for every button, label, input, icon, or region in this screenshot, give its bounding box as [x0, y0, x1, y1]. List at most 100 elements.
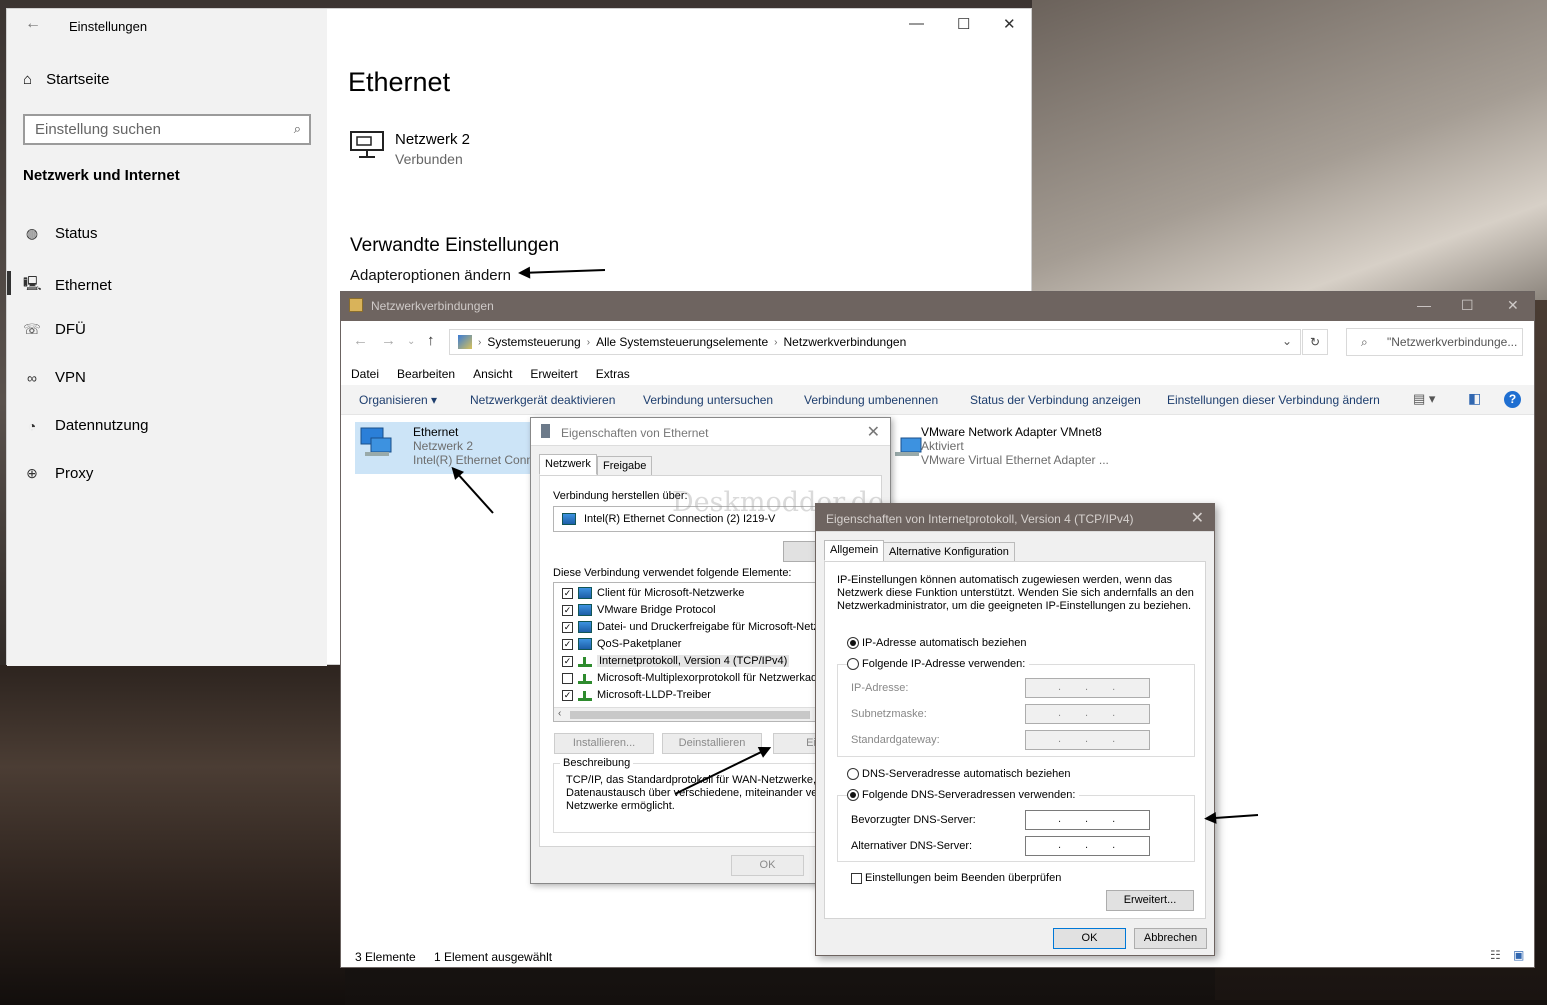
- list-item[interactable]: ✓ Client für Microsoft-Netzwerke: [562, 587, 744, 599]
- sidebar-item-ethernet[interactable]: 🖳 Ethernet: [23, 273, 112, 297]
- sidebar-item-datennutzung[interactable]: ◔ Datennutzung: [23, 417, 149, 434]
- tab-freigabe[interactable]: Freigabe: [597, 456, 653, 477]
- cmd-umbenennen[interactable]: Verbindung umbenennen: [804, 393, 938, 407]
- list-item-label: Client für Microsoft-Netzwerke: [597, 587, 745, 599]
- minimize-button[interactable]: —: [1417, 297, 1431, 313]
- menu-bearbeiten[interactable]: Bearbeiten: [397, 367, 455, 381]
- tab-alternative[interactable]: Alternative Konfiguration: [883, 542, 1015, 563]
- radio-ip-manual[interactable]: [847, 658, 859, 670]
- list-item[interactable]: ✓ Datei- und Druckerfreigabe für Microsof…: [562, 621, 827, 633]
- sidebar-home[interactable]: ⌂ Startseite: [23, 71, 109, 88]
- subnet-input[interactable]: ...: [1025, 704, 1150, 724]
- back-arrow-icon[interactable]: ←: [353, 332, 368, 349]
- radio-dns-auto[interactable]: [847, 768, 859, 780]
- checkbox-checked[interactable]: ✓: [562, 638, 573, 650]
- breadcrumb-systemsteuerung[interactable]: Systemsteuerung: [487, 335, 580, 349]
- ok-button[interactable]: OK: [731, 855, 804, 876]
- dns-auto-option[interactable]: DNS-Serveradresse automatisch beziehen: [847, 768, 1071, 780]
- adapter-name: VMware Network Adapter VMnet8: [921, 425, 1102, 439]
- forward-arrow-icon[interactable]: →: [381, 332, 396, 349]
- advanced-button[interactable]: Erweitert...: [1106, 890, 1194, 911]
- adapter-options-link[interactable]: Adapteroptionen ändern: [350, 267, 511, 284]
- list-item[interactable]: ✓ QoS-Paketplaner: [562, 638, 681, 650]
- ip-manual-option[interactable]: Folgende IP-Adresse verwenden:: [847, 658, 1030, 670]
- ip-address-input[interactable]: ...: [1025, 678, 1150, 698]
- tab-allgemein[interactable]: Allgemein: [824, 540, 885, 561]
- checkbox-checked[interactable]: ✓: [562, 689, 573, 701]
- cmd-einstellungen[interactable]: Einstellungen dieser Verbindung ändern: [1167, 393, 1380, 407]
- radio-dns-manual[interactable]: [847, 789, 859, 801]
- checkbox-checked[interactable]: ✓: [562, 604, 573, 616]
- sidebar-item-proxy[interactable]: ⊕ Proxy: [23, 465, 93, 482]
- view-options-icon[interactable]: ▤ ▾: [1413, 391, 1435, 407]
- list-item[interactable]: Microsoft-Multiplexorprotokoll für Netzw…: [562, 672, 829, 684]
- install-button[interactable]: Installieren...: [554, 733, 654, 754]
- up-arrow-icon[interactable]: ↑: [427, 332, 435, 349]
- search-placeholder: "Netzwerkverbindunge...: [1387, 335, 1518, 349]
- adapter-device: VMware Virtual Ethernet Adapter ...: [921, 453, 1109, 467]
- explorer-search-input[interactable]: ⌕ "Netzwerkverbindunge...: [1346, 328, 1523, 356]
- dns-alternate-input[interactable]: ...: [1025, 836, 1150, 856]
- preview-pane-icon[interactable]: ◧: [1468, 390, 1481, 407]
- list-item-selected[interactable]: ✓ Internetprotokoll, Version 4 (TCP/IPv4): [562, 655, 790, 667]
- protocol-icon: [578, 655, 592, 667]
- tiles-view-icon[interactable]: ▣: [1513, 948, 1524, 962]
- scrollbar-thumb[interactable]: [570, 711, 810, 719]
- dns-manual-option[interactable]: Folgende DNS-Serveradressen verwenden:: [847, 789, 1080, 801]
- dns-preferred-input[interactable]: ...: [1025, 810, 1150, 830]
- sidebar-item-label: DFÜ: [55, 321, 86, 338]
- network-name[interactable]: Netzwerk 2: [395, 131, 470, 148]
- maximize-button[interactable]: ☐: [957, 15, 970, 33]
- breadcrumb-separator-icon: ›: [774, 336, 778, 348]
- checkbox-unchecked[interactable]: [562, 672, 573, 684]
- cmd-status[interactable]: Status der Verbindung anzeigen: [970, 393, 1141, 407]
- sidebar-item-dfu[interactable]: ☏ DFÜ: [23, 321, 86, 338]
- dialog-title: Eigenschaften von Internetprotokoll, Ver…: [826, 512, 1134, 526]
- breadcrumb-netzwerkverbindungen[interactable]: Netzwerkverbindungen: [784, 335, 907, 349]
- validate-option[interactable]: Einstellungen beim Beenden überprüfen: [851, 872, 1061, 884]
- uninstall-button[interactable]: Deinstallieren: [662, 733, 762, 754]
- menu-extras[interactable]: Extras: [596, 367, 630, 381]
- intro-text: IP-Einstellungen können automatisch zuge…: [837, 574, 1194, 612]
- checkbox-checked[interactable]: ✓: [562, 655, 573, 667]
- close-icon[interactable]: ✕: [867, 422, 880, 442]
- chevron-down-icon[interactable]: ⌄: [407, 336, 415, 347]
- minimize-button[interactable]: —: [909, 15, 924, 32]
- ok-button[interactable]: OK: [1053, 928, 1126, 949]
- sidebar-item-vpn[interactable]: ∞ VPN: [23, 369, 86, 386]
- cmd-organisieren[interactable]: Organisieren ▾: [359, 393, 437, 407]
- checkbox-checked[interactable]: ✓: [562, 621, 573, 633]
- close-button[interactable]: ✕: [1003, 15, 1016, 33]
- refresh-button[interactable]: ↻: [1302, 329, 1328, 355]
- settings-sidebar: ← Einstellungen ⌂ Startseite Einstellung…: [7, 9, 327, 666]
- maximize-button[interactable]: ☐: [1461, 297, 1474, 314]
- list-item[interactable]: ✓ Microsoft-LLDP-Treiber: [562, 689, 711, 701]
- settings-search-input[interactable]: Einstellung suchen ⌕: [23, 114, 311, 145]
- checkbox-checked[interactable]: ✓: [562, 587, 573, 599]
- cmd-untersuchen[interactable]: Verbindung untersuchen: [643, 393, 773, 407]
- menu-datei[interactable]: Datei: [351, 367, 379, 381]
- search-icon: ⌕: [293, 121, 301, 136]
- cancel-button[interactable]: Abbrechen: [1134, 928, 1207, 949]
- menu-ansicht[interactable]: Ansicht: [473, 367, 512, 381]
- radio-ip-auto[interactable]: [847, 637, 859, 649]
- menu-erweitert[interactable]: Erweitert: [530, 367, 577, 381]
- close-button[interactable]: ✕: [1507, 297, 1519, 314]
- checkbox-unchecked[interactable]: [851, 872, 862, 884]
- back-arrow-icon[interactable]: ←: [25, 15, 41, 33]
- protocol-icon: [578, 672, 592, 684]
- gateway-input[interactable]: ...: [1025, 730, 1150, 750]
- cmd-deaktivieren[interactable]: Netzwerkgerät deaktivieren: [470, 393, 615, 407]
- list-item[interactable]: ✓ VMware Bridge Protocol: [562, 604, 716, 616]
- close-icon[interactable]: ✕: [1191, 508, 1204, 528]
- scroll-left-icon[interactable]: ‹: [558, 708, 561, 719]
- tab-netzwerk[interactable]: Netzwerk: [539, 454, 597, 475]
- details-view-icon[interactable]: ☷: [1490, 948, 1501, 962]
- sidebar-item-status[interactable]: ◍ Status: [23, 225, 98, 242]
- chevron-down-icon[interactable]: ⌄: [1282, 334, 1292, 348]
- breadcrumb-alle-elemente[interactable]: Alle Systemsteuerungselemente: [596, 335, 768, 349]
- help-icon[interactable]: ?: [1504, 391, 1521, 408]
- address-bar[interactable]: › Systemsteuerung › Alle Systemsteuerung…: [449, 329, 1301, 355]
- command-bar: Organisieren ▾ Netzwerkgerät deaktiviere…: [341, 385, 1534, 415]
- ip-auto-option[interactable]: IP-Adresse automatisch beziehen: [847, 637, 1026, 649]
